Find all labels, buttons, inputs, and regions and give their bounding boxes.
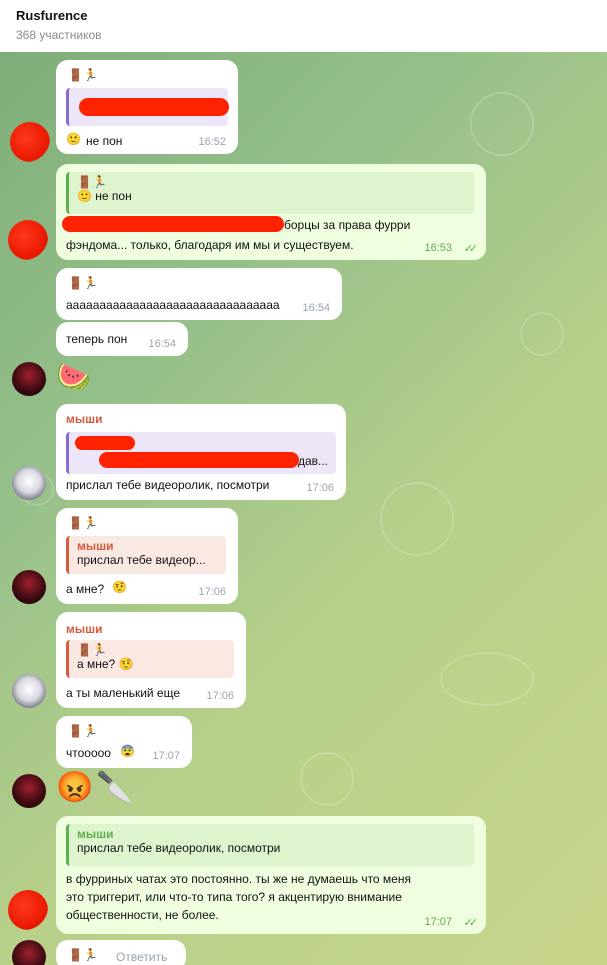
message-text: прислал тебе видеоролик, посмотри — [66, 478, 270, 492]
message-bubble[interactable]: 🚪🏃 🙂 не пон 16:52 — [56, 60, 238, 154]
avatar[interactable] — [12, 570, 46, 604]
message-bubble[interactable]: 🚪🏃 🙂 не пон борцы за права фурри фэндома… — [56, 164, 486, 260]
message-time: 17:06 — [306, 482, 334, 494]
message-time: 17:07 — [152, 750, 180, 762]
message-bubble[interactable]: мыши дав... прислал тебе видеоролик, пос… — [56, 404, 346, 500]
avatar[interactable] — [12, 774, 46, 808]
read-checkmarks-icon: ✓✓ — [463, 917, 479, 929]
reply-line: 🙂 не пон — [77, 189, 466, 203]
smile-emoji: 🙂 — [66, 132, 81, 146]
door-runner-icon: 🚪🏃 — [68, 68, 98, 82]
message-time: 16:54 — [148, 338, 176, 350]
reply-preview[interactable]: дав... — [66, 432, 336, 474]
message-text: а ты маленький еще — [66, 686, 181, 700]
read-checkmarks-icon: ✓✓ — [463, 243, 479, 255]
avatar[interactable] — [12, 362, 46, 396]
redaction-scribble — [75, 436, 135, 450]
raised-eyebrow-emoji: 🤨 — [112, 580, 127, 594]
reply-icons: 🚪🏃 — [77, 643, 107, 657]
message-bubble[interactable]: 🚪🏃 Ответить — [56, 940, 186, 965]
message-bubble[interactable]: 🚪🏃 аааааааааааааааааааааааааааааааа 16:5… — [56, 268, 342, 320]
chat-header[interactable]: Rusfurence 368 участников — [0, 0, 607, 53]
watermelon-sticker[interactable]: 🍉 — [56, 360, 91, 393]
member-count: 368 участников — [16, 28, 102, 42]
angry-face-sticker[interactable]: 😡 — [56, 770, 93, 805]
sender-name[interactable]: мыши — [66, 622, 103, 636]
knife-sticker[interactable]: 🔪 — [96, 770, 133, 805]
raised-eyebrow-emoji: 🤨 — [118, 657, 134, 671]
message-bubble[interactable]: теперь пон 16:54 — [56, 322, 188, 356]
chat-title[interactable]: Rusfurence — [16, 8, 88, 23]
avatar[interactable] — [12, 466, 46, 500]
door-runner-icon: 🚪🏃 — [68, 516, 98, 530]
redaction-scribble — [62, 216, 284, 232]
reply-text: прислал тебе видеор... — [77, 553, 206, 567]
message-text: аааааааааааааааааааааааааааааааа — [66, 298, 280, 312]
reply-text: не пон — [95, 189, 132, 203]
avatar[interactable] — [10, 122, 50, 162]
message-bubble[interactable]: 🚪🏃 чтоoooo 😨 17:07 — [56, 716, 192, 768]
message-time: 16:54 — [302, 302, 330, 314]
message-text: а мне? — [66, 582, 105, 596]
sender-name[interactable]: мыши — [66, 412, 103, 426]
message-time: 17:06 — [206, 690, 234, 702]
door-runner-icon: 🚪🏃 — [68, 724, 98, 738]
reply-text: прислал тебе видеоролик, посмотри — [77, 841, 281, 855]
reply-button[interactable]: Ответить — [116, 950, 167, 964]
door-runner-icon: 🚪🏃 — [68, 276, 98, 290]
background-doodle — [440, 652, 534, 706]
reply-text: а мне? — [77, 657, 116, 671]
redaction-scribble — [79, 98, 229, 116]
message-text-line: в фурриных чатах это постоянно. ты же не… — [66, 872, 411, 886]
avatar[interactable] — [12, 674, 46, 708]
message-text: чтоoooo — [66, 746, 111, 760]
avatar[interactable] — [12, 940, 46, 965]
message-text-line: общественности, не более. — [66, 908, 219, 922]
avatar[interactable] — [8, 890, 48, 930]
message-time: 17:06 — [198, 586, 226, 598]
chat-area[interactable]: 🚪🏃 🙂 не пон 16:52 🚪🏃 🙂 не пон борцы за п… — [0, 52, 607, 965]
message-time: 16:52 — [198, 136, 226, 148]
message-text-line: это триггерит, или что-то типа того? я а… — [66, 890, 402, 904]
smile-emoji: 🙂 — [77, 189, 92, 203]
reply-preview[interactable]: мыши прислал тебе видеоролик, посмотри — [66, 824, 474, 866]
reply-preview[interactable] — [66, 88, 229, 126]
fearful-emoji: 😨 — [120, 744, 135, 758]
message-bubble[interactable]: мыши прислал тебе видеоролик, посмотри в… — [56, 816, 486, 934]
redaction-scribble — [99, 452, 299, 468]
reply-sender: мыши — [77, 539, 114, 553]
reply-sender: мыши — [77, 827, 114, 841]
message-text: теперь пон — [66, 332, 128, 346]
background-doodle — [520, 312, 564, 356]
background-doodle — [380, 482, 454, 556]
message-bubble[interactable]: 🚪🏃 мыши прислал тебе видеор... а мне? 🤨 … — [56, 508, 238, 604]
background-doodle — [470, 92, 534, 156]
background-doodle — [300, 752, 354, 806]
message-text-line: фэндома... только, благодаря им мы и сущ… — [66, 238, 354, 252]
message-bubble[interactable]: мыши 🚪🏃 а мне? 🤨 а ты маленький еще 17:0… — [56, 612, 246, 708]
reply-icons: 🚪🏃 — [77, 175, 107, 189]
reply-text: дав... — [297, 454, 328, 468]
door-runner-icon: 🚪🏃 — [68, 948, 98, 962]
message-time: 16:53 — [424, 242, 452, 254]
message-text: не пон — [86, 134, 123, 148]
reply-line: а мне? 🤨 — [77, 657, 226, 671]
reply-preview[interactable]: 🚪🏃 🙂 не пон — [66, 172, 474, 214]
message-time: 17:07 — [424, 916, 452, 928]
reply-preview[interactable]: 🚪🏃 а мне? 🤨 — [66, 640, 234, 678]
avatar[interactable] — [8, 220, 48, 260]
message-text-line: борцы за права фурри — [284, 218, 411, 232]
reply-preview[interactable]: мыши прислал тебе видеор... — [66, 536, 226, 574]
